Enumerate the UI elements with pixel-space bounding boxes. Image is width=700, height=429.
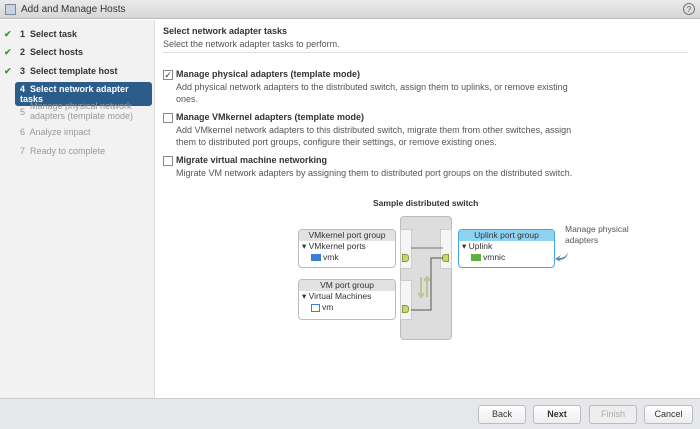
diagram-title: Sample distributed switch	[373, 198, 479, 208]
wizard-steps: ✔ 1 Select task ✔ 2 Select hosts ✔ 3 Select…	[0, 20, 155, 398]
step-number: 2	[20, 47, 26, 57]
window-title: Add and Manage Hosts	[21, 4, 126, 15]
step-label: Analyze impact	[29, 127, 91, 137]
group-section: VMkernel ports	[308, 241, 366, 251]
next-button[interactable]: Next	[533, 405, 581, 424]
checkbox-checked[interactable]: ✓	[163, 70, 173, 80]
step-number: 1	[20, 29, 26, 39]
option-description: Migrate VM network adapters by assigning…	[176, 168, 573, 178]
virtual-machine-icon	[311, 303, 320, 312]
callout-label: Manage physical adapters	[565, 224, 629, 245]
title-bar: Add and Manage Hosts ?	[0, 0, 700, 19]
step-number: 3	[20, 66, 26, 76]
checkbox[interactable]	[163, 156, 173, 166]
page-title: Select network adapter tasks	[163, 26, 288, 36]
vmkernel-port-group: VMkernel port group ▾ VMkernel ports vmk	[298, 229, 396, 268]
group-section: Virtual Machines	[308, 291, 372, 301]
check-icon: ✔	[4, 29, 12, 39]
page-subtitle: Select the network adapter tasks to perf…	[163, 39, 340, 49]
cancel-button[interactable]: Cancel	[644, 405, 693, 424]
step-number: 4	[20, 84, 26, 94]
help-icon[interactable]: ?	[683, 3, 695, 15]
back-button[interactable]: Back	[478, 405, 526, 424]
uplink-port-group: Uplink port group ▾ Uplink vmnic	[458, 229, 555, 268]
step-label: Select task	[30, 29, 78, 39]
step-label: Manage physical network adapters (templa…	[30, 101, 134, 121]
check-icon: ✔	[4, 66, 12, 76]
checkbox[interactable]	[163, 113, 173, 123]
step-label: Ready to complete	[30, 146, 106, 156]
option-label: Migrate virtual machine networking	[176, 155, 328, 165]
step-number: 6	[20, 127, 26, 137]
group-section: Uplink	[468, 241, 493, 251]
check-icon: ✔	[4, 47, 12, 57]
divider	[163, 52, 688, 53]
finish-button: Finish	[589, 405, 637, 424]
switch-wiring	[411, 247, 443, 311]
group-item: vm	[322, 302, 334, 312]
step-label: Select hosts	[30, 47, 84, 57]
group-header: Uplink port group	[459, 230, 554, 241]
group-header: VM port group	[299, 280, 395, 291]
step-number: 5	[20, 107, 26, 117]
step-number: 7	[20, 146, 26, 156]
group-header: VMkernel port group	[299, 230, 395, 241]
vm-port-group: VM port group ▾ Virtual Machines vm	[298, 279, 396, 320]
step-label: Select template host	[30, 66, 118, 76]
option-label: Manage physical adapters (template mode)	[176, 69, 361, 79]
option-label: Manage VMkernel adapters (template mode)	[176, 112, 365, 122]
group-item: vmk	[323, 252, 339, 262]
distributed-switch	[400, 216, 452, 340]
callout-arrow-icon	[555, 252, 568, 262]
option-description: Add VMkernel network adapters to this di…	[176, 125, 572, 147]
hosts-wizard-icon	[5, 4, 16, 15]
vmkernel-adapter-icon	[311, 254, 321, 262]
physical-adapter-icon	[471, 254, 481, 262]
group-item: vmnic	[483, 252, 506, 262]
option-description: Add physical network adapters to the dis…	[176, 82, 568, 104]
